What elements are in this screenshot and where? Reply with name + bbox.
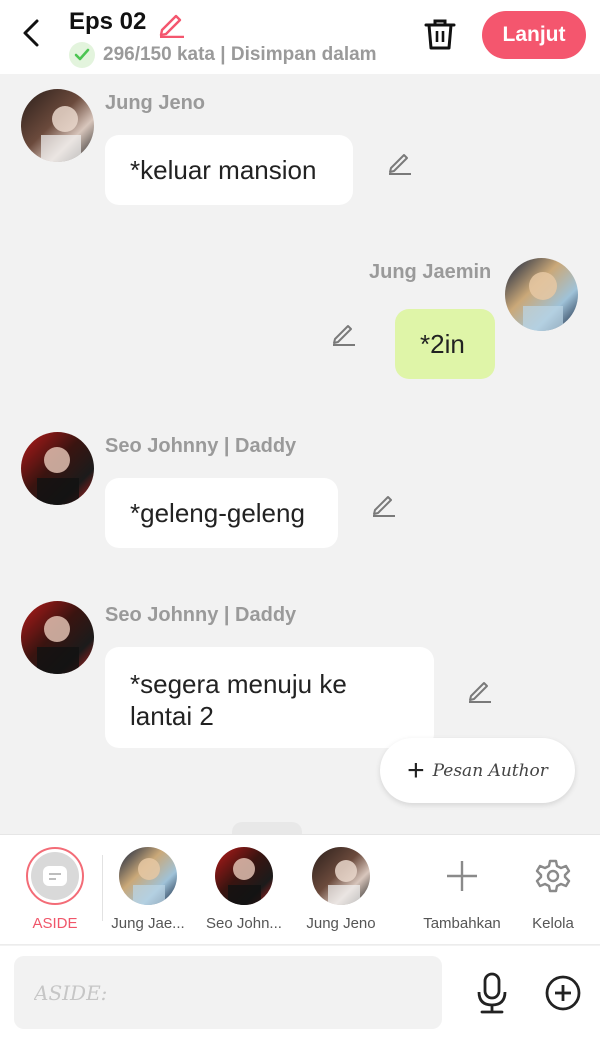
avatar: [312, 847, 370, 905]
next-button[interactable]: Lanjut: [482, 11, 586, 59]
save-status: 296/150 kata | Disimpan dalam: [69, 42, 377, 68]
pencil-icon[interactable]: [386, 148, 414, 176]
author-message-button[interactable]: + Pesan Author: [380, 738, 575, 803]
pencil-icon[interactable]: [330, 319, 358, 347]
avatar[interactable]: [21, 432, 94, 505]
gear-icon: [524, 847, 582, 905]
aside-character[interactable]: ASIDE: [24, 835, 86, 946]
pencil-icon[interactable]: [156, 8, 186, 39]
avatar: [215, 847, 273, 905]
character-johnny[interactable]: Seo John...: [202, 835, 286, 946]
add-character-label: Tambahkan: [423, 915, 501, 932]
add-character-button[interactable]: Tambahkan: [418, 835, 506, 946]
check-icon: [69, 42, 95, 68]
speaker-name: Jung Jaemin: [369, 261, 492, 283]
trash-icon[interactable]: [422, 15, 458, 53]
add-circle-icon[interactable]: [544, 974, 582, 1012]
speaker-name: Seo Johnny | Daddy: [105, 435, 297, 457]
chat-bubble-icon: [31, 852, 79, 900]
message-input[interactable]: [14, 956, 442, 1029]
character-jeno[interactable]: Jung Jeno: [300, 835, 382, 946]
message-bubble[interactable]: *2in: [395, 309, 495, 379]
aside-label: ASIDE: [32, 915, 78, 932]
message-bubble[interactable]: *keluar mansion: [105, 135, 353, 205]
avatar[interactable]: [505, 258, 578, 331]
character-jaemin[interactable]: Jung Jae...: [108, 835, 188, 946]
episode-title: Eps 02: [69, 8, 147, 35]
avatar[interactable]: [21, 89, 94, 162]
divider: [102, 855, 103, 921]
back-arrow-icon[interactable]: [14, 14, 48, 52]
pencil-icon[interactable]: [466, 676, 494, 704]
avatar: [119, 847, 177, 905]
avatar[interactable]: [21, 601, 94, 674]
manage-label: Kelola: [532, 915, 574, 932]
word-count-status: 296/150 kata | Disimpan dalam: [103, 44, 377, 65]
plus-icon: [433, 847, 491, 905]
message-bubble[interactable]: *geleng-geleng: [105, 478, 338, 548]
chat-editor-screen: Eps 02 296/150 kata | Disimpan dalam Lan…: [0, 0, 600, 1041]
plus-icon: +: [407, 753, 425, 787]
speaker-name: Seo Johnny | Daddy: [105, 604, 297, 626]
character-bar: ASIDE Jung Jae... Seo John... Jung Jeno: [0, 834, 600, 945]
speaker-name: Jung Jeno: [105, 92, 206, 114]
character-label: Jung Jae...: [111, 915, 185, 932]
top-bar: Eps 02 296/150 kata | Disimpan dalam Lan…: [0, 0, 600, 74]
character-label: Jung Jeno: [306, 915, 376, 932]
message-bubble[interactable]: *segera menuju ke lantai 2: [105, 647, 434, 748]
composer-bar: [0, 946, 600, 1041]
microphone-icon[interactable]: [473, 970, 511, 1016]
pencil-icon[interactable]: [370, 490, 398, 518]
author-message-label: Pesan Author: [432, 760, 548, 781]
manage-button[interactable]: Kelola: [522, 835, 584, 946]
character-label: Seo John...: [206, 915, 282, 932]
